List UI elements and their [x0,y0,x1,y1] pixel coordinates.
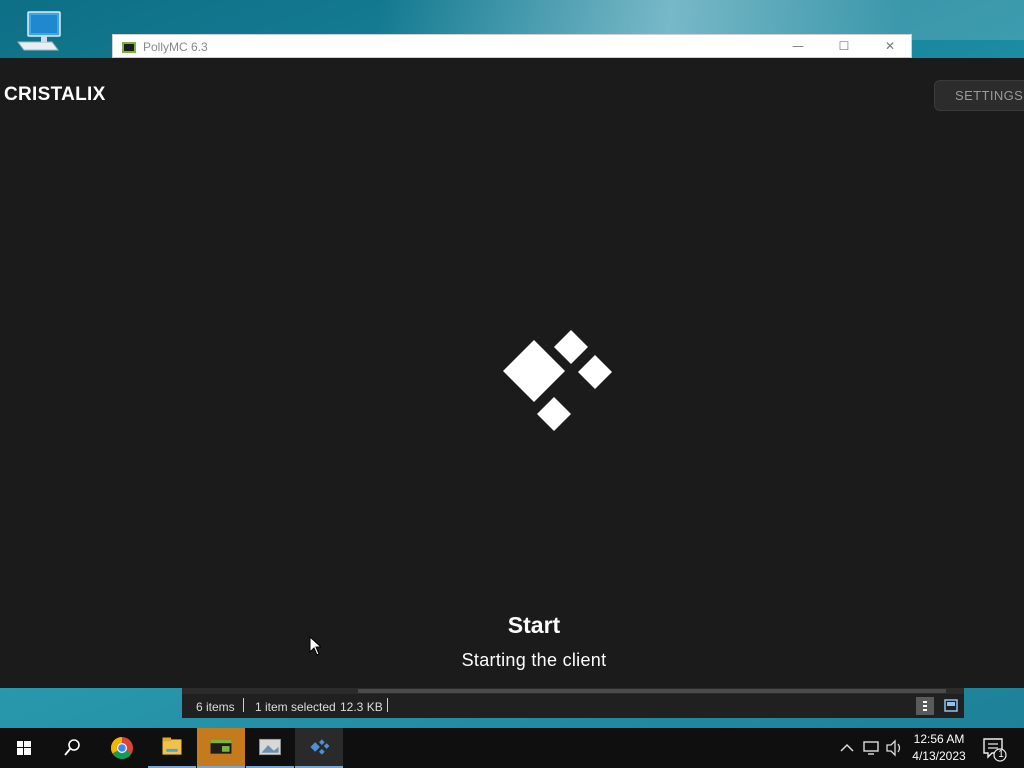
clock-date: 4/13/2023 [912,749,966,763]
launch-status-title: Start [507,612,561,638]
chrome-icon[interactable] [98,728,146,768]
item-count: 6 items [196,700,235,714]
chevron-up-icon[interactable] [838,728,856,768]
start-icon[interactable] [0,728,48,768]
notification-badge: 1 [998,749,1004,760]
file-explorer-icon[interactable] [148,728,196,768]
brand-logo-text: CRISTALIX [4,84,106,105]
status-divider [387,698,388,712]
this-pc-icon[interactable] [14,8,64,56]
details-view-icon[interactable] [916,697,934,715]
pollymc-window-titlebar[interactable]: PollyMC 6.3 — ☐ ✕ [112,34,912,58]
network-icon[interactable] [861,728,881,768]
status-divider [243,698,244,712]
mouse-cursor-icon [309,636,321,656]
cristalix-icon[interactable] [295,728,343,768]
settings-button[interactable]: SETTINGS [934,80,1024,111]
launch-status-subtitle: Starting the client [461,650,607,670]
taskbar: 12:56 AM 4/13/2023 1 [0,728,1024,768]
scrollbar-thumb[interactable] [358,689,946,693]
pollymc-app-icon [122,42,136,53]
search-icon[interactable] [48,728,96,768]
cristalix-diamonds-logo-icon [503,330,612,431]
clock-time: 12:56 AM [913,732,965,746]
close-button[interactable]: ✕ [867,35,913,57]
image-viewer-icon[interactable] [246,728,294,768]
selection-count: 1 item selected [255,700,336,714]
pollymc-icon[interactable] [197,728,245,768]
window-title: PollyMC 6.3 [143,40,208,54]
cristalix-launcher: CRISTALIX SETTINGS Start Starting the cl… [0,58,1024,688]
maximize-button[interactable]: ☐ [821,35,867,57]
selection-size: 12.3 KB [340,700,383,714]
explorer-status-bar: 6 items 1 item selected 12.3 KB [182,694,964,718]
system-clock[interactable]: 12:56 AM 4/13/2023 [906,731,972,765]
large-icons-view-icon[interactable] [942,697,960,715]
volume-icon[interactable] [884,728,904,768]
minimize-button[interactable]: — [775,35,821,57]
